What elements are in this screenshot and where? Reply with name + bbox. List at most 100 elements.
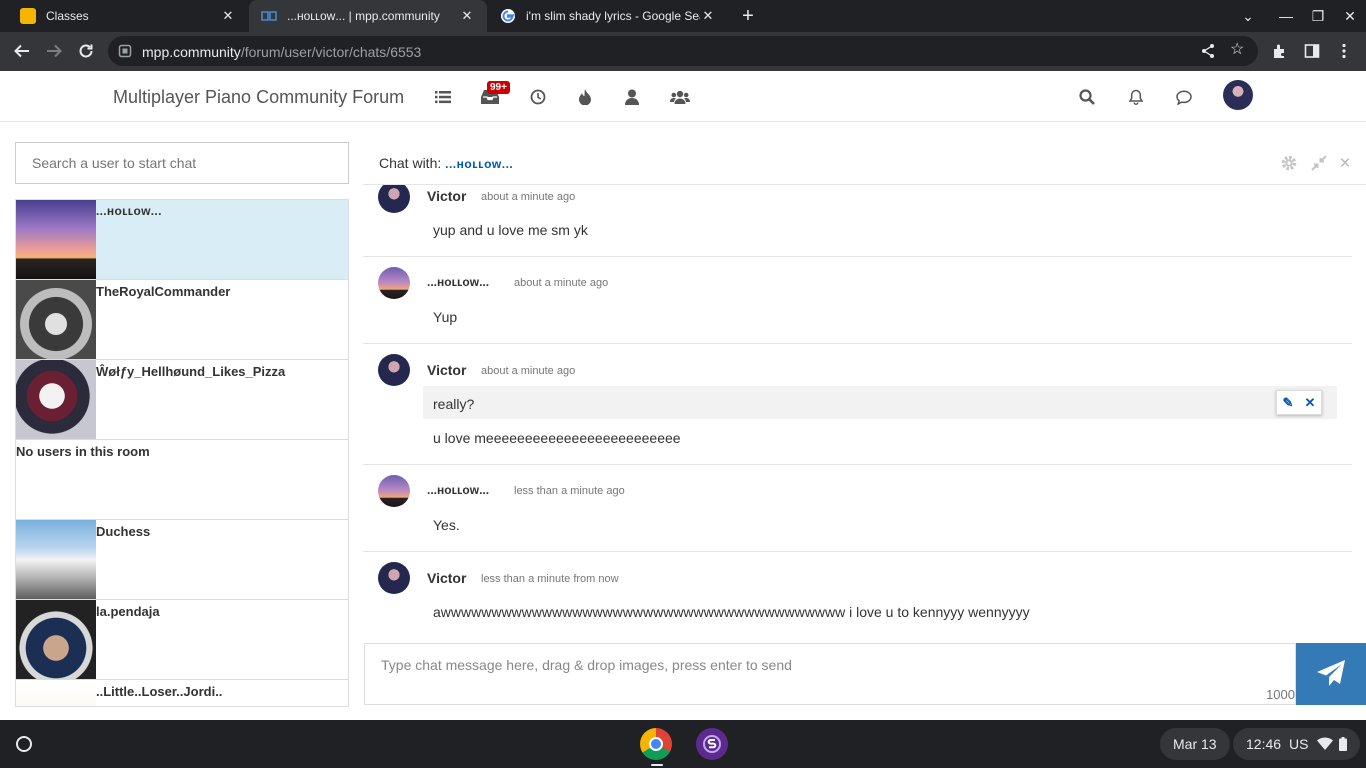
message-avatar[interactable] bbox=[378, 475, 410, 507]
message-avatar[interactable] bbox=[378, 562, 410, 594]
message-text: really? bbox=[433, 396, 475, 412]
chat-message: Victor less than a minute from now awwww… bbox=[363, 552, 1352, 628]
message-timestamp: less than a minute ago bbox=[514, 485, 625, 497]
message-timestamp: about a minute ago bbox=[514, 277, 609, 289]
close-chat-icon[interactable]: ✕ bbox=[1335, 153, 1355, 173]
chat-with-user-link[interactable]: ...ʜᴏʟʟᴏᴡ... bbox=[445, 157, 513, 171]
chats-bubble-icon[interactable] bbox=[1172, 85, 1196, 109]
room-user-name: la.pendaja bbox=[96, 604, 160, 619]
message-author[interactable]: Victor bbox=[427, 188, 466, 204]
message-avatar[interactable] bbox=[378, 185, 410, 213]
popular-fire-icon[interactable] bbox=[573, 85, 597, 109]
message-author[interactable]: ...ʜᴏʟʟᴏᴡ... bbox=[427, 483, 489, 497]
message-text: yup and u love me sm yk bbox=[433, 222, 588, 238]
room-user-name: No users in this room bbox=[16, 444, 150, 459]
wifi-icon bbox=[1316, 737, 1333, 751]
chat-message: Victor about a minute ago yup and u love… bbox=[363, 185, 1352, 257]
browser-toolbar: mpp.community/forum/user/victor/chats/65… bbox=[0, 32, 1366, 71]
user-avatar bbox=[16, 280, 96, 360]
categories-list-icon[interactable] bbox=[431, 85, 455, 109]
room-user-name: Ŵøłƒy_Hellhøund_Likes_Pizza bbox=[96, 364, 286, 379]
app-icon[interactable] bbox=[696, 728, 728, 760]
new-tab-button[interactable]: + bbox=[736, 4, 760, 28]
reload-icon[interactable] bbox=[74, 39, 98, 63]
chat-message: ...ʜᴏʟʟᴏᴡ... less than a minute ago Yes. bbox=[363, 465, 1352, 552]
message-timestamp: about a minute ago bbox=[481, 365, 576, 377]
url-path: /forum/user/victor/chats/6553 bbox=[240, 44, 422, 60]
os-shelf: Mar 13 12:46 US bbox=[0, 720, 1366, 768]
battery-icon bbox=[1338, 737, 1347, 751]
chat-message-list: Victor about a minute ago yup and u love… bbox=[363, 185, 1352, 628]
message-author[interactable]: Victor bbox=[427, 362, 466, 378]
chat-room-item[interactable]: ...ʜᴏʟʟᴏᴡ... bbox=[16, 199, 348, 280]
message-text: u love meeeeeeeeeeeeeeeeeeeeeeeee bbox=[433, 430, 681, 446]
chat-settings-gear-icon[interactable] bbox=[1279, 153, 1299, 173]
message-hover-highlight bbox=[423, 386, 1337, 419]
chat-composer: 1000 bbox=[364, 643, 1296, 705]
chat-room-item[interactable]: Ŵøłƒy_Hellhøund_Likes_Pizza bbox=[16, 359, 348, 440]
recent-clock-icon[interactable] bbox=[526, 85, 550, 109]
forum-header: Multiplayer Piano Community Forum 99+ bbox=[0, 71, 1366, 122]
chrome-app-center bbox=[649, 737, 663, 751]
back-icon[interactable] bbox=[10, 39, 34, 63]
minimize-icon[interactable]: — bbox=[1274, 4, 1298, 28]
message-avatar[interactable] bbox=[378, 267, 410, 299]
restore-icon[interactable]: ❐ bbox=[1306, 4, 1330, 28]
side-panel-icon[interactable] bbox=[1300, 39, 1324, 63]
room-user-name: Duchess bbox=[96, 524, 151, 539]
message-text: Yup bbox=[433, 309, 458, 325]
message-author[interactable]: ...ʜᴏʟʟᴏᴡ... bbox=[427, 275, 489, 289]
tab-google-search[interactable]: i'm slim shady lyrics - Google Search ✕ bbox=[488, 0, 728, 32]
chat-message-input[interactable] bbox=[365, 644, 1295, 704]
url-host: mpp.community bbox=[142, 44, 241, 60]
tab-mpp-community[interactable]: ...ʜᴏʟʟᴏᴡ... | mpp.community ✕ bbox=[249, 0, 487, 32]
chat-room-item[interactable]: TheRoyalCommander bbox=[16, 279, 348, 360]
share-icon[interactable] bbox=[1200, 43, 1216, 64]
chat-with-text: Chat with: bbox=[379, 155, 442, 171]
clock-text: 12:46 bbox=[1246, 736, 1282, 752]
user-avatar[interactable] bbox=[1223, 80, 1253, 110]
user-avatar bbox=[16, 520, 96, 600]
delete-x-icon[interactable]: ✕ bbox=[1305, 396, 1316, 409]
unread-badge: 99+ bbox=[487, 81, 510, 94]
message-avatar[interactable] bbox=[378, 354, 410, 386]
close-window-icon[interactable]: ✕ bbox=[1338, 4, 1362, 28]
bookmark-star-icon[interactable]: ☆ bbox=[1230, 42, 1244, 58]
tab-classes[interactable]: Classes ✕ bbox=[8, 0, 248, 32]
message-text: awwwwwwwwwwwwwwwwwwwwwwwwwwwwwwwwwwwwwww… bbox=[433, 604, 1030, 620]
user-avatar bbox=[16, 680, 96, 706]
groups-icon[interactable] bbox=[668, 85, 692, 109]
launcher-icon[interactable] bbox=[10, 730, 38, 758]
user-avatar bbox=[16, 600, 96, 680]
chrome-menu-icon[interactable] bbox=[1332, 39, 1356, 63]
message-text: Yes. bbox=[433, 517, 460, 533]
browser-tab-strip: Classes ✕ ...ʜᴏʟʟᴏᴡ... | mpp.community ✕… bbox=[0, 0, 1366, 32]
extensions-icon[interactable] bbox=[1268, 39, 1292, 63]
edit-pencil-icon[interactable]: ✎ bbox=[1283, 396, 1294, 409]
send-button[interactable] bbox=[1296, 643, 1366, 705]
message-author[interactable]: Victor bbox=[427, 570, 466, 586]
date-tray[interactable]: Mar 13 bbox=[1160, 728, 1230, 760]
chat-room-item[interactable]: ..Little..Loser..Jordi.. bbox=[16, 679, 348, 706]
forum-brand[interactable]: Multiplayer Piano Community Forum bbox=[113, 87, 404, 108]
chat-room-item[interactable]: Duchess bbox=[16, 519, 348, 600]
chat-room-item[interactable]: No users in this room bbox=[16, 439, 348, 519]
send-plane-icon bbox=[1317, 660, 1345, 686]
tab-search-chevron-icon[interactable]: ⌄ bbox=[1236, 4, 1260, 28]
close-tab-icon[interactable]: ✕ bbox=[220, 8, 236, 24]
site-info-icon[interactable] bbox=[118, 44, 132, 63]
users-single-icon[interactable] bbox=[620, 85, 644, 109]
forward-icon[interactable] bbox=[42, 39, 66, 63]
chat-message: ...ʜᴏʟʟᴏᴡ... about a minute ago Yup bbox=[363, 257, 1352, 344]
search-icon[interactable] bbox=[1075, 85, 1099, 109]
close-tab-icon[interactable]: ✕ bbox=[459, 8, 475, 24]
address-bar[interactable]: mpp.community/forum/user/victor/chats/65… bbox=[108, 36, 1258, 66]
minimize-chat-icon[interactable] bbox=[1309, 153, 1329, 173]
search-user-input[interactable] bbox=[15, 142, 349, 184]
message-actions: ✎ ✕ bbox=[1276, 390, 1322, 415]
notifications-bell-icon[interactable] bbox=[1124, 85, 1148, 109]
chat-room-item[interactable]: la.pendaja bbox=[16, 599, 348, 680]
close-tab-icon[interactable]: ✕ bbox=[700, 8, 716, 24]
chrome-app-icon[interactable] bbox=[640, 728, 672, 760]
status-tray[interactable]: 12:46 US bbox=[1233, 728, 1360, 760]
